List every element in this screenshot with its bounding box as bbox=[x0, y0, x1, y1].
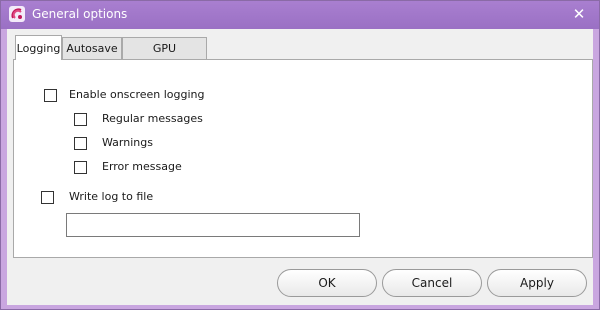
cancel-button[interactable]: Cancel bbox=[382, 269, 482, 297]
logging-panel: Enable onscreen logging Regular messages… bbox=[13, 59, 593, 258]
write-log-to-file-label: Write log to file bbox=[69, 190, 154, 203]
title-bar[interactable]: General options ✕ bbox=[1, 1, 599, 29]
log-file-path-input[interactable] bbox=[66, 213, 360, 237]
error-message-checkbox[interactable] bbox=[74, 161, 87, 174]
app-logo-icon bbox=[9, 6, 25, 22]
warnings-checkbox[interactable] bbox=[74, 137, 87, 150]
enable-onscreen-logging-checkbox[interactable] bbox=[44, 89, 57, 102]
apply-button[interactable]: Apply bbox=[487, 269, 587, 297]
regular-messages-label: Regular messages bbox=[102, 112, 203, 125]
tab-autosave[interactable]: Autosave bbox=[62, 37, 122, 59]
tab-logging[interactable]: Logging bbox=[15, 35, 62, 60]
close-icon[interactable]: ✕ bbox=[569, 4, 589, 24]
tab-gpu-monitoring[interactable]: GPU monitoring bbox=[122, 37, 207, 76]
write-log-to-file-checkbox[interactable] bbox=[41, 191, 54, 204]
regular-messages-checkbox[interactable] bbox=[74, 113, 87, 126]
warnings-label: Warnings bbox=[102, 136, 153, 149]
window-title: General options bbox=[32, 7, 128, 21]
error-message-label: Error message bbox=[102, 160, 182, 173]
dialog-body: Logging Autosave GPU monitoring Enable o… bbox=[7, 29, 593, 305]
general-options-dialog: General options ✕ Logging Autosave GPU m… bbox=[0, 0, 600, 310]
enable-onscreen-logging-label: Enable onscreen logging bbox=[69, 88, 205, 101]
ok-button[interactable]: OK bbox=[277, 269, 377, 297]
